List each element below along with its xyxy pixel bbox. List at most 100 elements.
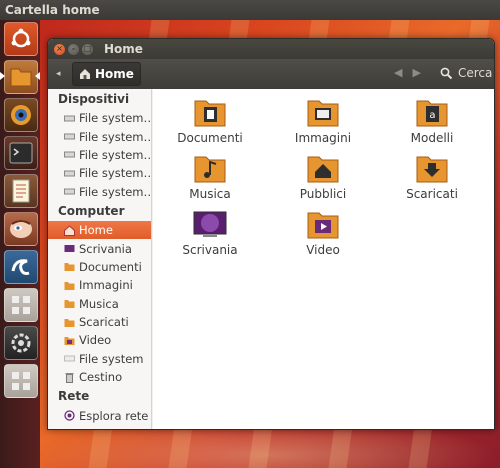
file-label: Scrivania [182, 243, 238, 257]
drive-icon [64, 170, 75, 177]
sidebar-item-filesystem-4[interactable]: File system… [48, 164, 151, 182]
folder-icon [64, 263, 75, 272]
launcher-dash-button[interactable] [4, 22, 38, 56]
public-folder-icon [307, 156, 339, 183]
documents-folder-icon [194, 100, 226, 127]
sidebar-item-cestino[interactable]: Cestino [48, 368, 151, 386]
desktop-folder-icon [193, 211, 227, 237]
back-arrow-icon[interactable]: ◀ [394, 66, 402, 79]
file-video[interactable]: Video [278, 207, 368, 257]
file-label: Pubblici [299, 187, 347, 201]
file-manager-window: × – □ Home ◂ Home ◀ ▶ Cerca Dispositivi … [47, 38, 495, 430]
sidebar-item-filesystem-5[interactable]: File system… [48, 183, 151, 201]
ubuntu-logo-icon [11, 28, 31, 48]
launcher-terminal-button[interactable] [4, 136, 38, 170]
video-folder-icon [64, 336, 75, 345]
search-button[interactable]: Cerca [440, 66, 492, 80]
drive-icon [64, 115, 75, 122]
face-icon [10, 220, 32, 238]
sidebar-item-filesystem-1[interactable]: File system… [48, 109, 151, 127]
grid-icon [12, 296, 30, 314]
places-sidebar: Dispositivi File system… File system… Fi… [48, 89, 152, 429]
file-immagini[interactable]: Immagini [278, 95, 368, 145]
drive-icon [64, 188, 75, 195]
trash-icon [65, 372, 74, 383]
launcher-files-button[interactable] [4, 60, 38, 94]
file-label: Video [306, 243, 340, 257]
sidebar-item-scaricati[interactable]: Scaricati [48, 313, 151, 331]
file-scrivania[interactable]: Scrivania [165, 207, 255, 257]
launcher-grid-button[interactable] [4, 288, 38, 322]
network-icon [64, 410, 75, 421]
breadcrumb-label: Home [95, 67, 134, 81]
search-icon [440, 67, 453, 79]
file-label: Modelli [410, 131, 454, 145]
breadcrumb[interactable]: Home [72, 62, 141, 86]
drive-icon [64, 151, 75, 158]
close-button[interactable]: × [54, 43, 65, 55]
launcher-settings-button[interactable] [4, 326, 38, 360]
icon-view: Documenti Immagini a Modelli Musica Pubb… [153, 89, 494, 429]
file-documenti[interactable]: Documenti [165, 95, 255, 145]
files-icon [10, 68, 32, 87]
folder-icon [64, 300, 75, 309]
file-pubblici[interactable]: Pubblici [278, 151, 368, 201]
videos-folder-icon [307, 212, 339, 239]
file-modelli[interactable]: a Modelli [387, 95, 477, 145]
sidebar-item-scrivania[interactable]: Scrivania [48, 239, 151, 257]
launcher-eye-button[interactable] [4, 98, 38, 132]
folder-icon [64, 318, 75, 327]
templates-folder-icon: a [416, 100, 448, 127]
sidebar-item-filesystem-3[interactable]: File system… [48, 146, 151, 164]
minimize-button[interactable]: – [68, 43, 79, 55]
sidebar-item-video[interactable]: Video [48, 331, 151, 349]
sidebar-item-documenti[interactable]: Documenti [48, 258, 151, 276]
nav-arrows: ◀ ▶ [394, 66, 421, 79]
launcher-editor-button[interactable] [4, 174, 38, 208]
file-label: Scaricati [406, 187, 458, 201]
drive-icon [64, 355, 75, 362]
toolbar: ◂ Home ◀ ▶ Cerca [48, 59, 494, 89]
downloads-folder-icon [416, 156, 448, 183]
devices-header: Dispositivi [58, 92, 130, 106]
network-header: Rete [58, 389, 90, 404]
top-panel: Cartella home [0, 0, 500, 20]
swirl-icon [11, 259, 30, 275]
launcher-swirl-button[interactable] [4, 250, 38, 284]
computer-header: Computer [58, 203, 125, 218]
sidebar-item-filesystem[interactable]: File system [48, 350, 151, 368]
window-title: Home [104, 42, 143, 56]
file-label: Immagini [294, 131, 352, 145]
desktop-icon [64, 245, 75, 253]
settings-icon [11, 333, 31, 353]
chevron-left-icon[interactable]: ◂ [56, 69, 70, 79]
file-musica[interactable]: Musica [165, 151, 255, 201]
folder-icon [64, 281, 75, 290]
sidebar-item-home[interactable]: Home [48, 220, 151, 240]
sidebar-item-musica[interactable]: Musica [48, 295, 151, 313]
terminal-icon [9, 142, 33, 164]
pictures-folder-icon [307, 100, 339, 127]
file-scaricati[interactable]: Scaricati [387, 151, 477, 201]
sidebar-item-esplora-rete[interactable]: Esplora rete [48, 406, 151, 424]
home-icon [80, 69, 90, 79]
maximize-button[interactable]: □ [82, 43, 93, 55]
home-icon [64, 224, 75, 236]
file-label: Documenti [177, 131, 243, 145]
svg-text:a: a [429, 110, 435, 121]
launcher [0, 20, 40, 468]
launcher-grid-button-2[interactable] [4, 364, 38, 398]
search-label: Cerca [458, 66, 493, 80]
grid-icon [12, 372, 30, 390]
sidebar-item-filesystem-2[interactable]: File system… [48, 127, 151, 145]
eye-icon [11, 105, 31, 125]
launcher-face-button[interactable] [4, 212, 38, 246]
forward-arrow-icon[interactable]: ▶ [412, 66, 420, 79]
file-label: Musica [189, 187, 231, 201]
panel-title: Cartella home [5, 3, 100, 17]
music-folder-icon [194, 156, 226, 183]
text-editor-icon [12, 179, 30, 203]
drive-icon [64, 133, 75, 140]
sidebar-item-immagini[interactable]: Immagini [48, 276, 151, 294]
window-titlebar[interactable]: × – □ Home [48, 39, 494, 59]
